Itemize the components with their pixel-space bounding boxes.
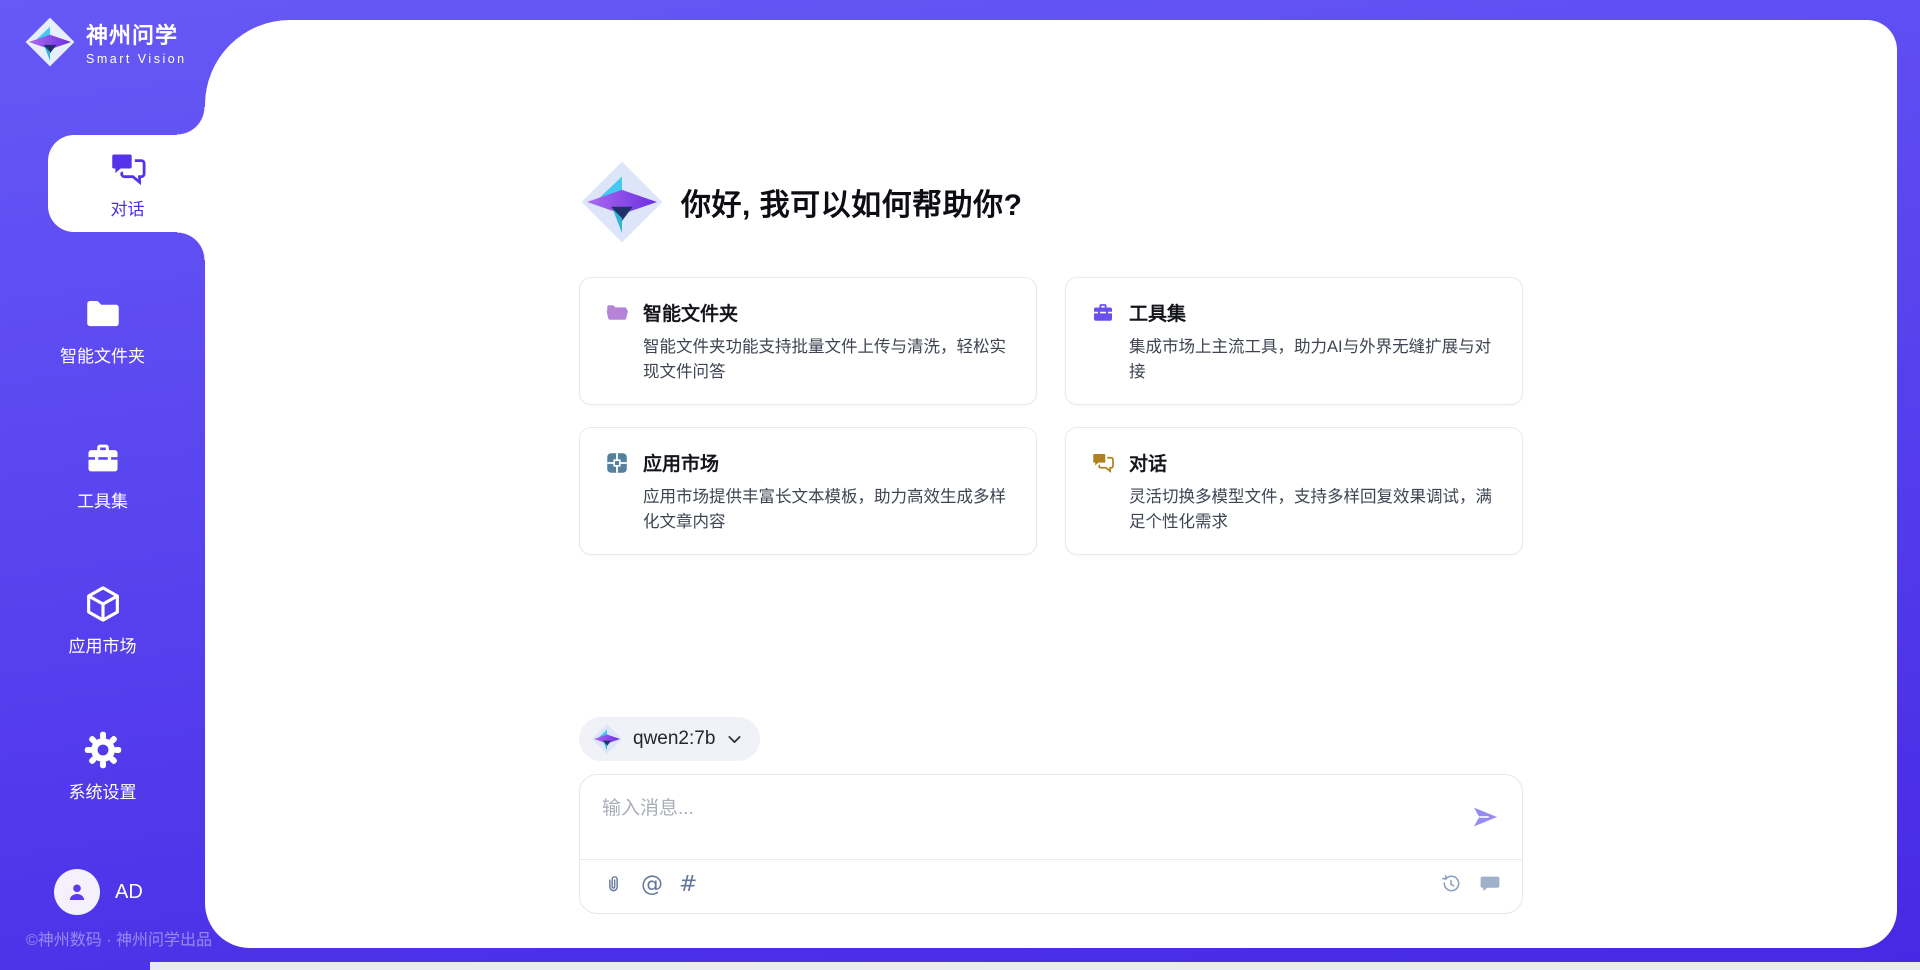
message-input[interactable] [602,790,1422,828]
greeting-diamond-logo-icon [579,159,665,245]
attachment-icon [602,872,625,897]
greeting: 你好, 我可以如何帮助你? [579,159,1523,245]
card-chat[interactable]: 对话 灵活切换多模型文件，支持多样回复效果调试，满足个性化需求 [1065,427,1523,555]
attach-button[interactable] [602,872,625,897]
feedback-button[interactable] [1478,872,1502,896]
sidebar-item-app-market[interactable]: 应用市场 [0,583,205,657]
cube-icon [82,583,124,625]
toolbox-icon [1090,300,1116,326]
sidebar-item-settings[interactable]: 系统设置 [0,729,205,803]
sidebar-item-smart-folder[interactable]: 智能文件夹 [0,293,205,367]
sidebar-item-label: 对话 [111,195,145,220]
gear-icon [82,729,124,771]
sidebar-item-label: 系统设置 [69,778,137,803]
model-diamond-logo-icon [591,723,623,755]
composer: @ # [579,774,1523,914]
model-name: qwen2:7b [633,728,715,750]
card-title: 对话 [1129,449,1167,476]
feature-cards: 智能文件夹 智能文件夹功能支持批量文件上传与清洗，轻松实现文件问答 工具集 集成… [579,277,1523,555]
tab-fillet-bottom [177,232,205,260]
avatar [54,869,100,915]
card-description: 智能文件夹功能支持批量文件上传与清洗，轻松实现文件问答 [643,335,1012,385]
card-description: 集成市场上主流工具，助力AI与外界无缝扩展与对接 [1129,335,1498,385]
footer-copyright: ©神州数码 · 神州问学出品 [26,926,212,950]
card-description: 灵活切换多模型文件，支持多样回复效果调试，满足个性化需求 [1129,485,1498,535]
user-initials: AD [115,881,143,904]
folder-open-icon [604,300,630,326]
sidebar-item-label: 应用市场 [69,632,137,657]
history-button[interactable] [1439,872,1463,896]
card-toolset[interactable]: 工具集 集成市场上主流工具，助力AI与外界无缝扩展与对接 [1065,277,1523,405]
send-icon [1470,803,1500,831]
tab-fillet-top [177,107,205,135]
person-icon [64,879,90,905]
mention-button[interactable]: @ [641,872,663,897]
history-icon [1439,872,1463,896]
window-bottom-edge [150,962,1920,970]
sidebar-item-chat[interactable]: 对话 [48,135,207,232]
brand-subtitle: Smart Vision [86,52,187,66]
card-title: 智能文件夹 [643,299,738,326]
send-button[interactable] [1470,802,1502,832]
user-menu[interactable]: AD [54,869,143,915]
card-description: 应用市场提供丰富长文本模板，助力高效生成多样化文章内容 [643,485,1012,535]
card-title: 工具集 [1129,299,1186,326]
sidebar-item-label: 智能文件夹 [60,342,145,367]
grid-icon [604,450,630,476]
brand-diamond-logo-icon [24,16,76,68]
toolbox-icon [82,438,124,480]
mention-icon: @ [641,872,663,897]
brand-name: 神州问学 [86,18,187,50]
card-smart-folder[interactable]: 智能文件夹 智能文件夹功能支持批量文件上传与清洗，轻松实现文件问答 [579,277,1037,405]
folder-icon [82,293,124,335]
sidebar-item-label: 工具集 [77,487,128,512]
hashtag-button[interactable]: # [679,872,697,897]
main-panel: 你好, 我可以如何帮助你? 智能文件夹 智能文件夹功能支持批量文件上传与清洗，轻… [205,20,1897,948]
card-title: 应用市场 [643,449,719,476]
chevron-down-icon [725,730,744,749]
brand: 神州问学 Smart Vision [24,16,187,68]
composer-divider [580,859,1522,860]
card-app-market[interactable]: 应用市场 应用市场提供丰富长文本模板，助力高效生成多样化文章内容 [579,427,1037,555]
hashtag-icon: # [679,872,697,897]
feedback-icon [1478,872,1502,896]
chat-icon [1090,450,1116,476]
model-selector[interactable]: qwen2:7b [579,717,760,761]
greeting-title: 你好, 我可以如何帮助你? [681,180,1023,224]
sidebar-item-toolset[interactable]: 工具集 [0,438,205,512]
chat-icon [107,148,149,190]
